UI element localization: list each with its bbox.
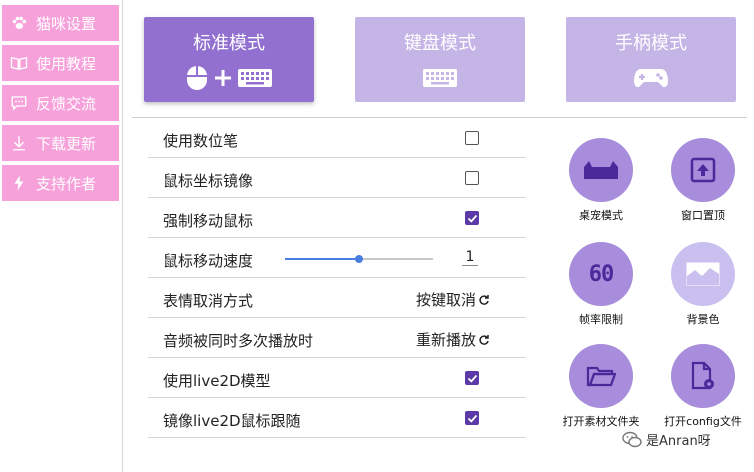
action-label: 帧率限制 <box>579 313 623 326</box>
setting-label: 表情取消方式 <box>163 292 254 310</box>
sidebar-item-support[interactable]: 支持作者 <box>2 165 119 201</box>
wechat-icon <box>622 431 642 447</box>
setting-row-pen: 使用数位笔 <box>148 118 526 158</box>
mode-gamepad-button[interactable]: 手柄模式 <box>566 17 736 102</box>
use-live2d-checkbox[interactable] <box>465 371 479 385</box>
cycle-icon <box>479 334 489 345</box>
fps-60-icon: 60 <box>569 242 633 306</box>
expression-cancel-select[interactable]: 按键取消 <box>416 289 490 310</box>
action-label: 背景色 <box>686 313 720 326</box>
mode-label: 标准模式 <box>193 33 265 54</box>
desktop-pet-mode-button[interactable]: 桌宠模式 <box>551 138 651 223</box>
speed-slider[interactable] <box>285 255 433 263</box>
setting-label: 鼠标移动速度 <box>163 252 254 270</box>
sidebar-item-tutorial[interactable]: 使用教程 <box>2 45 119 81</box>
slider-thumb[interactable] <box>355 255 363 263</box>
sidebar-item-cat-settings[interactable]: 猫咪设置 <box>2 5 119 41</box>
file-settings-icon <box>671 344 735 408</box>
paw-icon <box>2 14 36 32</box>
sidebar-item-feedback[interactable]: 反馈交流 <box>2 85 119 121</box>
book-icon <box>2 54 36 72</box>
speed-value-input[interactable]: 1 <box>462 249 478 266</box>
open-config-file-button[interactable]: 打开config文件 <box>653 344 753 429</box>
lightning-icon <box>2 174 36 192</box>
audio-replay-select[interactable]: 重新播放 <box>416 329 490 350</box>
background-image-icon <box>671 242 735 306</box>
slider-fill <box>285 258 359 260</box>
setting-label: 使用live2D模型 <box>163 372 271 390</box>
gamepad-icon <box>566 65 736 91</box>
cycle-icon <box>479 294 489 305</box>
sidebar-item-label: 下载更新 <box>36 134 97 153</box>
mouse-mirror-checkbox[interactable] <box>465 171 479 185</box>
setting-label: 镜像live2D鼠标跟随 <box>163 412 301 430</box>
setting-label: 鼠标坐标镜像 <box>163 172 254 190</box>
sidebar-item-label: 支持作者 <box>36 174 97 193</box>
mirror-live2d-checkbox[interactable] <box>465 411 479 425</box>
setting-row-speed: 鼠标移动速度 1 <box>148 238 526 278</box>
setting-row-live2d: 使用live2D模型 <box>148 358 526 398</box>
folder-open-icon <box>569 344 633 408</box>
sidebar-item-download[interactable]: 下载更新 <box>2 125 119 161</box>
watermark-text: 是Anran呀 <box>646 434 711 449</box>
action-label: 打开素材文件夹 <box>562 415 640 428</box>
sidebar: 猫咪设置 使用教程 反馈交流 下载更新 支持作者 <box>0 0 122 472</box>
sidebar-item-label: 反馈交流 <box>36 94 97 113</box>
force-move-checkbox[interactable] <box>465 211 479 225</box>
fps-badge: 60 <box>588 261 614 287</box>
setting-label: 音频被同时多次播放时 <box>163 332 314 350</box>
watermark: 是Anran呀 <box>622 430 711 449</box>
cat-silhouette-icon <box>569 138 633 202</box>
open-assets-folder-button[interactable]: 打开素材文件夹 <box>551 344 651 429</box>
sidebar-divider <box>122 0 123 472</box>
setting-row-expression: 表情取消方式 按键取消 <box>148 278 526 318</box>
setting-row-mirror: 鼠标坐标镜像 <box>148 158 526 198</box>
sidebar-item-label: 猫咪设置 <box>36 14 97 33</box>
action-label: 桌宠模式 <box>579 209 623 222</box>
setting-label: 强制移动鼠标 <box>163 212 254 230</box>
select-value: 按键取消 <box>416 291 477 309</box>
select-value: 重新播放 <box>416 331 477 349</box>
chat-icon <box>2 94 36 112</box>
sidebar-item-label: 使用教程 <box>36 54 97 73</box>
use-pen-checkbox[interactable] <box>465 131 479 145</box>
mode-keyboard-button[interactable]: 键盘模式 <box>355 17 525 102</box>
setting-row-audio: 音频被同时多次播放时 重新播放 <box>148 318 526 358</box>
action-label: 窗口置顶 <box>681 209 725 222</box>
keyboard-icon <box>355 65 525 91</box>
setting-label: 使用数位笔 <box>163 132 239 150</box>
mode-label: 手柄模式 <box>615 33 687 54</box>
frame-rate-limit-button[interactable]: 60 帧率限制 <box>551 242 651 327</box>
setting-row-live2d-mirror: 镜像live2D鼠标跟随 <box>148 398 526 438</box>
mode-label: 键盘模式 <box>404 33 476 54</box>
pin-top-icon <box>671 138 735 202</box>
background-color-button[interactable]: 背景色 <box>653 242 753 327</box>
setting-row-force-move: 强制移动鼠标 <box>148 198 526 238</box>
download-icon <box>2 134 36 152</box>
window-on-top-button[interactable]: 窗口置顶 <box>653 138 753 223</box>
mouse-plus-keyboard-icon <box>144 65 314 91</box>
action-label: 打开config文件 <box>664 415 742 428</box>
mode-standard-button[interactable]: 标准模式 <box>144 17 314 102</box>
